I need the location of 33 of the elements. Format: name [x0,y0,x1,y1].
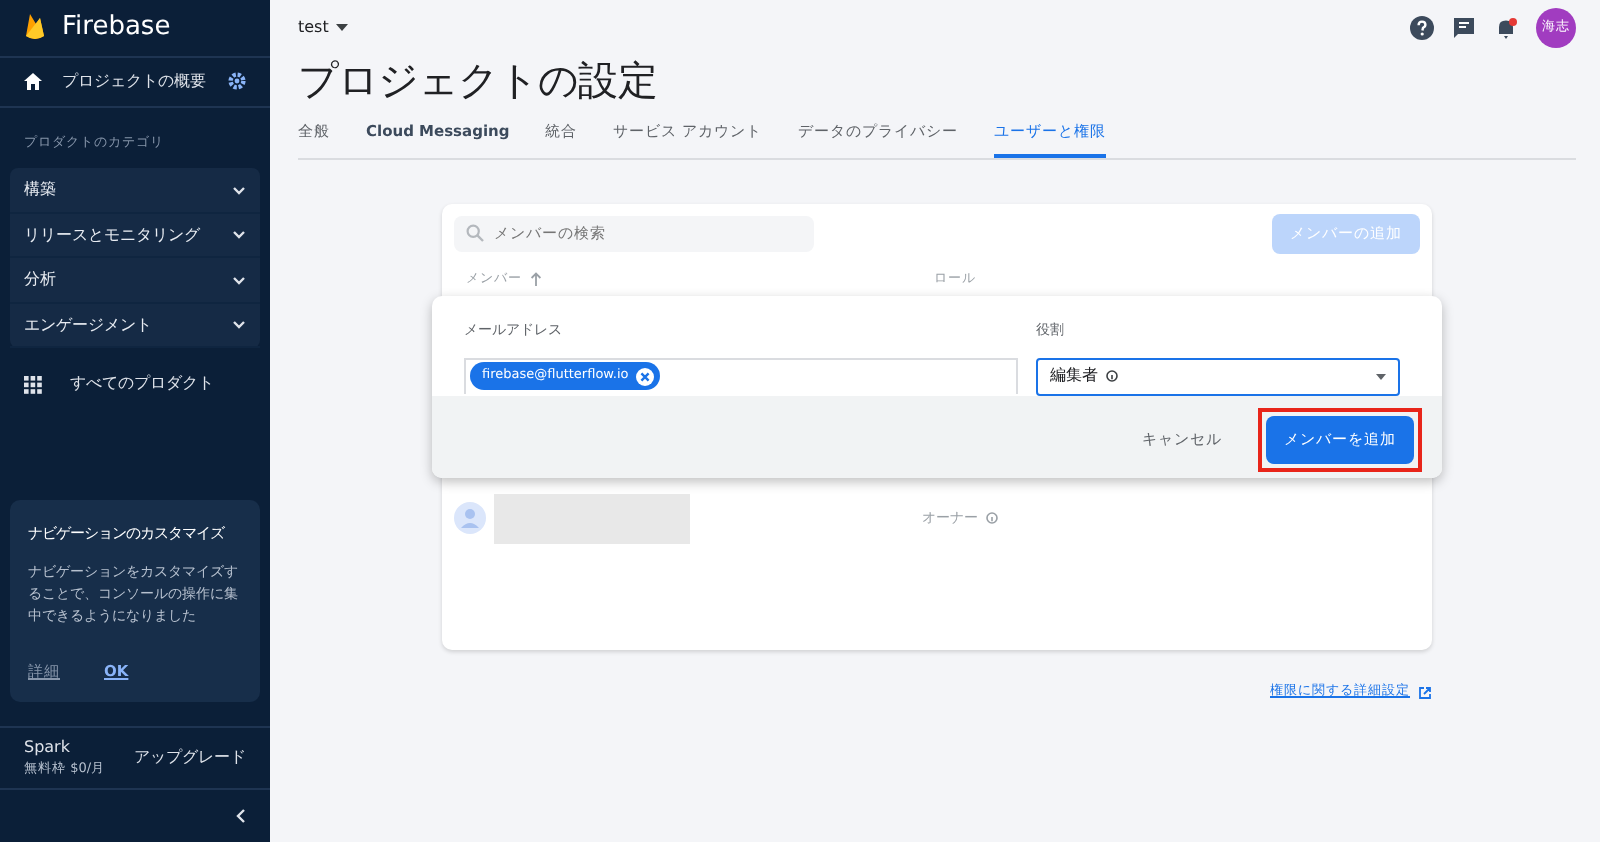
chevron-icon [232,185,246,196]
nav-category[interactable]: エンゲージメント [10,303,260,349]
search-icon [466,224,484,243]
nav-item[interactable]: プロジェクトの概要 [62,69,208,94]
brand-name[interactable]: Firebase [62,8,171,48]
collapse-icon[interactable] [236,808,246,824]
avatar-icon [454,502,486,535]
info-icon [1106,370,1118,382]
settings-icon[interactable] [228,72,246,91]
help-icon[interactable] [1410,16,1434,40]
chevron-icon [232,275,246,286]
caret-icon [1376,373,1386,379]
home-icon[interactable] [24,72,42,91]
nav-item[interactable]: すべてのプロダクト [0,348,270,421]
plan-name: Spark [24,736,72,761]
sort-arrow-icon [530,271,542,286]
chevron-icon [232,320,246,331]
flame-icon [24,12,46,43]
upgrade-link[interactable]: アップグレード [134,746,246,770]
project-dropdown[interactable]: test [298,16,349,40]
caret-icon [336,24,349,32]
close-icon[interactable] [636,367,655,385]
page-title: プロジェクトの設定 [298,56,660,104]
feedback-icon[interactable] [1452,16,1476,40]
bell-icon[interactable] [1494,16,1518,40]
external-link-icon[interactable] [1418,685,1432,700]
role-select[interactable]: 編集者 [1036,357,1400,395]
nav-category[interactable]: 分析 [10,258,260,304]
grid-icon [24,375,42,394]
nav-category[interactable]: リリースとモニタリング [10,213,260,259]
nav-category[interactable]: 構築 [10,168,260,214]
info-icon [986,512,998,525]
chevron-icon [232,230,246,241]
